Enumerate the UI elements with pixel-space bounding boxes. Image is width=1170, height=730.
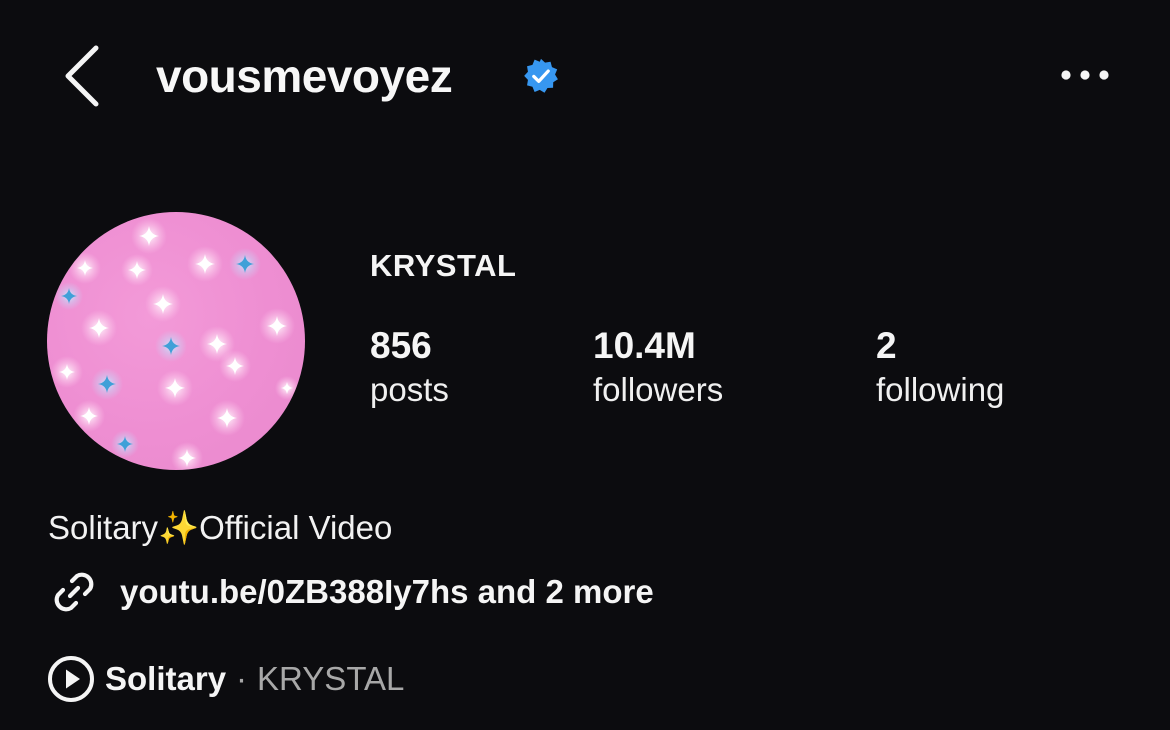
sparkles-emoji: ✨ <box>158 509 200 546</box>
profile-music[interactable]: Solitary · KRYSTAL <box>47 654 404 704</box>
followers-label: followers <box>593 371 724 408</box>
followers-value: 10.4M <box>593 325 696 366</box>
verified-badge-icon <box>524 58 558 93</box>
avatar-sparkle-pattern <box>51 218 299 470</box>
posts-value: 856 <box>370 325 432 366</box>
bio-link[interactable]: youtu.be/0ZB388Iy7hs and 2 more <box>48 566 654 618</box>
profile-screen: vousmevoyez KRYSTAL 856 posts 10.4M foll… <box>0 0 1170 730</box>
profile-username: vousmevoyez <box>156 50 453 102</box>
bio-text-start: Solitary <box>48 509 159 546</box>
posts-count[interactable]: 856 posts <box>370 324 449 412</box>
bio-link-text: youtu.be/0ZB388Iy7hs and 2 more <box>120 573 654 610</box>
more-horizontal-icon <box>1061 70 1109 80</box>
following-value: 2 <box>876 325 897 366</box>
bio-text: Solitary✨Official Video <box>48 506 392 550</box>
following-count[interactable]: 2 following <box>876 324 1004 412</box>
bio-text-end: Official Video <box>199 509 393 546</box>
song-artist: KRYSTAL <box>257 660 405 697</box>
more-options-button[interactable] <box>1058 62 1114 88</box>
song-title: Solitary <box>105 660 227 697</box>
posts-label: posts <box>370 371 449 408</box>
back-button[interactable] <box>60 44 104 108</box>
chevron-left-icon <box>65 45 99 107</box>
following-label: following <box>876 371 1005 408</box>
avatar[interactable] <box>47 212 305 470</box>
link-icon <box>54 572 94 612</box>
song-separator: · <box>236 660 248 697</box>
display-name: KRYSTAL <box>370 248 517 283</box>
followers-count[interactable]: 10.4M followers <box>593 324 723 412</box>
play-circle-icon <box>48 656 94 702</box>
